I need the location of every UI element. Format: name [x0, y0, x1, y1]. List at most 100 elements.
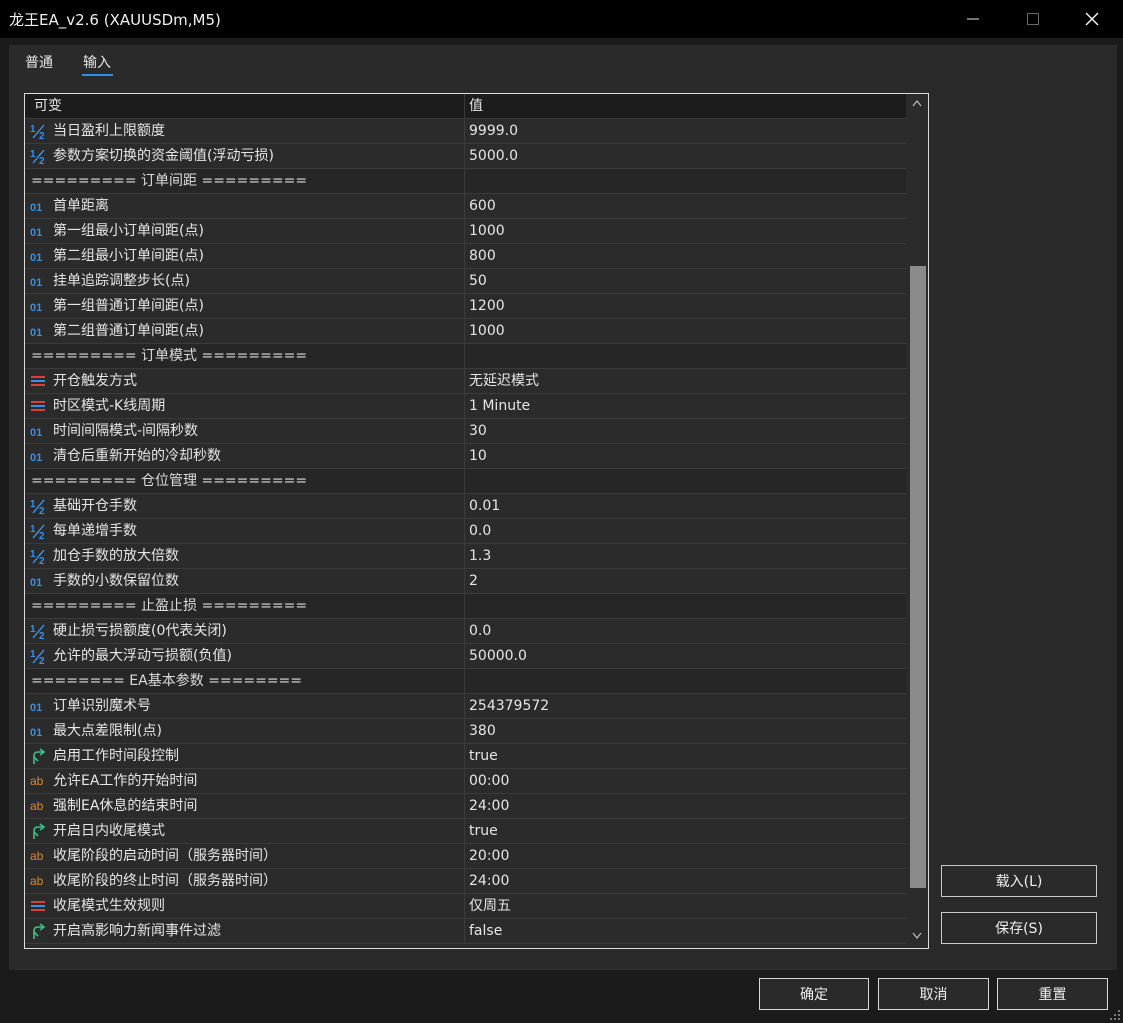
svg-text:01: 01	[30, 302, 42, 314]
scroll-up-icon[interactable]	[912, 100, 922, 107]
parameter-value-cell[interactable]: 0.0	[469, 519, 905, 543]
parameter-row[interactable]: 01 清仓后重新开始的冷却秒数 10	[25, 444, 906, 469]
integer-type-icon: 01	[30, 298, 47, 315]
parameter-row[interactable]: 开启高影响力新闻事件过滤 false	[25, 919, 906, 944]
parameter-value-cell[interactable]: 仅周五	[469, 894, 905, 918]
section-separator-row[interactable]: ========= 订单模式 =========	[25, 344, 906, 369]
svg-text:2: 2	[39, 506, 45, 515]
parameter-row[interactable]: 启用工作时间段控制 true	[25, 744, 906, 769]
parameter-row[interactable]: 01 时间间隔模式-间隔秒数 30	[25, 419, 906, 444]
parameter-value-cell[interactable]: 380	[469, 719, 905, 743]
vertical-scrollbar[interactable]	[907, 94, 927, 948]
section-separator-row[interactable]: ========= 止盈止损 =========	[25, 594, 906, 619]
parameter-value-cell[interactable]: 254379572	[469, 694, 905, 718]
double-type-icon: 12	[30, 523, 47, 542]
parameter-value-cell[interactable]	[469, 594, 905, 618]
svg-text:01: 01	[30, 277, 42, 289]
parameter-value-cell[interactable]: true	[469, 819, 905, 843]
tab-general[interactable]: 普通	[25, 52, 53, 72]
svg-text:2: 2	[39, 556, 45, 565]
parameter-row[interactable]: 1 2 硬止损亏损额度(0代表关闭) 0.0	[25, 619, 906, 644]
scrollbar-thumb[interactable]	[910, 266, 926, 888]
parameter-row[interactable]: 01 第二组最小订单间距(点) 800	[25, 244, 906, 269]
section-separator-row[interactable]: ======== EA基本参数 ========	[25, 669, 906, 694]
ok-button[interactable]: 确定	[759, 978, 869, 1010]
parameter-row[interactable]: 01 第二组普通订单间距(点) 1000	[25, 319, 906, 344]
enum-type-icon	[30, 373, 47, 390]
parameter-row[interactable]: 收尾模式生效规则 仅周五	[25, 894, 906, 919]
parameter-row[interactable]: ab 允许EA工作的开始时间 00:00	[25, 769, 906, 794]
parameter-value-cell[interactable]	[469, 344, 905, 368]
parameter-row[interactable]: 1 2 当日盈利上限额度 9999.0	[25, 119, 906, 144]
parameter-row[interactable]: 01 第一组普通订单间距(点) 1200	[25, 294, 906, 319]
parameter-value-cell[interactable]: 30	[469, 419, 905, 443]
parameter-row[interactable]: 01 订单识别魔术号 254379572	[25, 694, 906, 719]
parameter-value-cell[interactable]: 1 Minute	[469, 394, 905, 418]
parameter-value-cell[interactable]: 1000	[469, 319, 905, 343]
parameter-value-cell[interactable]: 50	[469, 269, 905, 293]
parameter-value-cell[interactable]	[469, 169, 905, 193]
parameter-row[interactable]: 1 2 加仓手数的放大倍数 1.3	[25, 544, 906, 569]
minimize-button[interactable]	[943, 0, 1003, 38]
save-button[interactable]: 保存(S)	[941, 912, 1097, 944]
parameter-row[interactable]: 开仓触发方式 无延迟模式	[25, 369, 906, 394]
parameter-row[interactable]: 1 2 参数方案切换的资金阈值(浮动亏损) 5000.0	[25, 144, 906, 169]
parameter-row[interactable]: 01 最大点差限制(点) 380	[25, 719, 906, 744]
parameter-value-cell[interactable]: 9999.0	[469, 119, 905, 143]
reset-button[interactable]: 重置	[997, 978, 1108, 1010]
column-header-value[interactable]: 值	[469, 94, 905, 118]
parameter-value-cell[interactable]: false	[469, 919, 905, 943]
column-header-variable[interactable]: 可变	[25, 94, 465, 118]
parameter-row[interactable]: 01 第一组最小订单间距(点) 1000	[25, 219, 906, 244]
close-button[interactable]	[1062, 0, 1122, 38]
section-separator-row[interactable]: ========= 仓位管理 =========	[25, 469, 906, 494]
parameter-value-cell[interactable]: 00:00	[469, 769, 905, 793]
scroll-down-icon[interactable]	[912, 932, 922, 939]
parameter-row[interactable]: 01 手数的小数保留位数 2	[25, 569, 906, 594]
parameter-value-cell[interactable]	[469, 669, 905, 693]
enum-type-icon	[30, 398, 47, 415]
tab-inputs[interactable]: 输入	[83, 52, 111, 72]
load-button[interactable]: 载入(L)	[941, 865, 1097, 897]
parameter-value-cell[interactable]: 24:00	[469, 869, 905, 893]
parameter-name: 收尾阶段的启动时间（服务器时间）	[53, 848, 277, 864]
parameter-value-cell[interactable]: 10	[469, 444, 905, 468]
cancel-button[interactable]: 取消	[878, 978, 989, 1010]
svg-text:01: 01	[30, 227, 42, 239]
parameter-value-cell[interactable]: 2	[469, 569, 905, 593]
parameter-row[interactable]: ab 强制EA休息的结束时间 24:00	[25, 794, 906, 819]
parameter-value-cell[interactable]: 50000.0	[469, 644, 905, 668]
parameter-row[interactable]: 开启日内收尾模式 true	[25, 819, 906, 844]
parameter-row[interactable]: 1 2 允许的最大浮动亏损额(负值) 50000.0	[25, 644, 906, 669]
parameter-value-cell[interactable]: 800	[469, 244, 905, 268]
parameter-value-cell[interactable]	[469, 469, 905, 493]
parameter-row[interactable]: 01 首单距离 600	[25, 194, 906, 219]
svg-text:2: 2	[39, 531, 45, 540]
resize-grip-icon[interactable]	[1109, 1009, 1121, 1021]
parameter-name-cell: 收尾模式生效规则	[25, 894, 465, 918]
parameter-value-cell[interactable]: 1.3	[469, 544, 905, 568]
parameter-row[interactable]: ab 收尾阶段的启动时间（服务器时间） 20:00	[25, 844, 906, 869]
parameter-value-cell[interactable]: 0.01	[469, 494, 905, 518]
table-header: 可变 值	[25, 94, 906, 119]
parameter-value-cell[interactable]: 600	[469, 194, 905, 218]
parameter-row[interactable]: 1 2 基础开仓手数 0.01	[25, 494, 906, 519]
parameter-value-cell[interactable]: 0.0	[469, 619, 905, 643]
parameter-row[interactable]: 01 挂单追踪调整步长(点) 50	[25, 269, 906, 294]
parameter-value-cell[interactable]: 1000	[469, 219, 905, 243]
parameter-value-cell[interactable]: 5000.0	[469, 144, 905, 168]
parameter-value-cell[interactable]: 无延迟模式	[469, 369, 905, 393]
enum-type-icon	[30, 898, 47, 915]
maximize-button[interactable]	[1003, 0, 1063, 38]
parameter-name-cell: 开启日内收尾模式	[25, 819, 465, 843]
parameter-row[interactable]: 1 2 每单递增手数 0.0	[25, 519, 906, 544]
parameter-name: 挂单追踪调整步长(点)	[53, 273, 190, 289]
section-separator-row[interactable]: ========= 订单间距 =========	[25, 169, 906, 194]
parameter-row[interactable]: ab 收尾阶段的终止时间（服务器时间） 24:00	[25, 869, 906, 894]
parameter-value-cell[interactable]: true	[469, 744, 905, 768]
parameter-value-cell[interactable]: 24:00	[469, 794, 905, 818]
parameter-value-cell[interactable]: 20:00	[469, 844, 905, 868]
parameter-row[interactable]: 时区模式-K线周期 1 Minute	[25, 394, 906, 419]
double-type-icon: 12	[30, 648, 47, 667]
parameter-value-cell[interactable]: 1200	[469, 294, 905, 318]
